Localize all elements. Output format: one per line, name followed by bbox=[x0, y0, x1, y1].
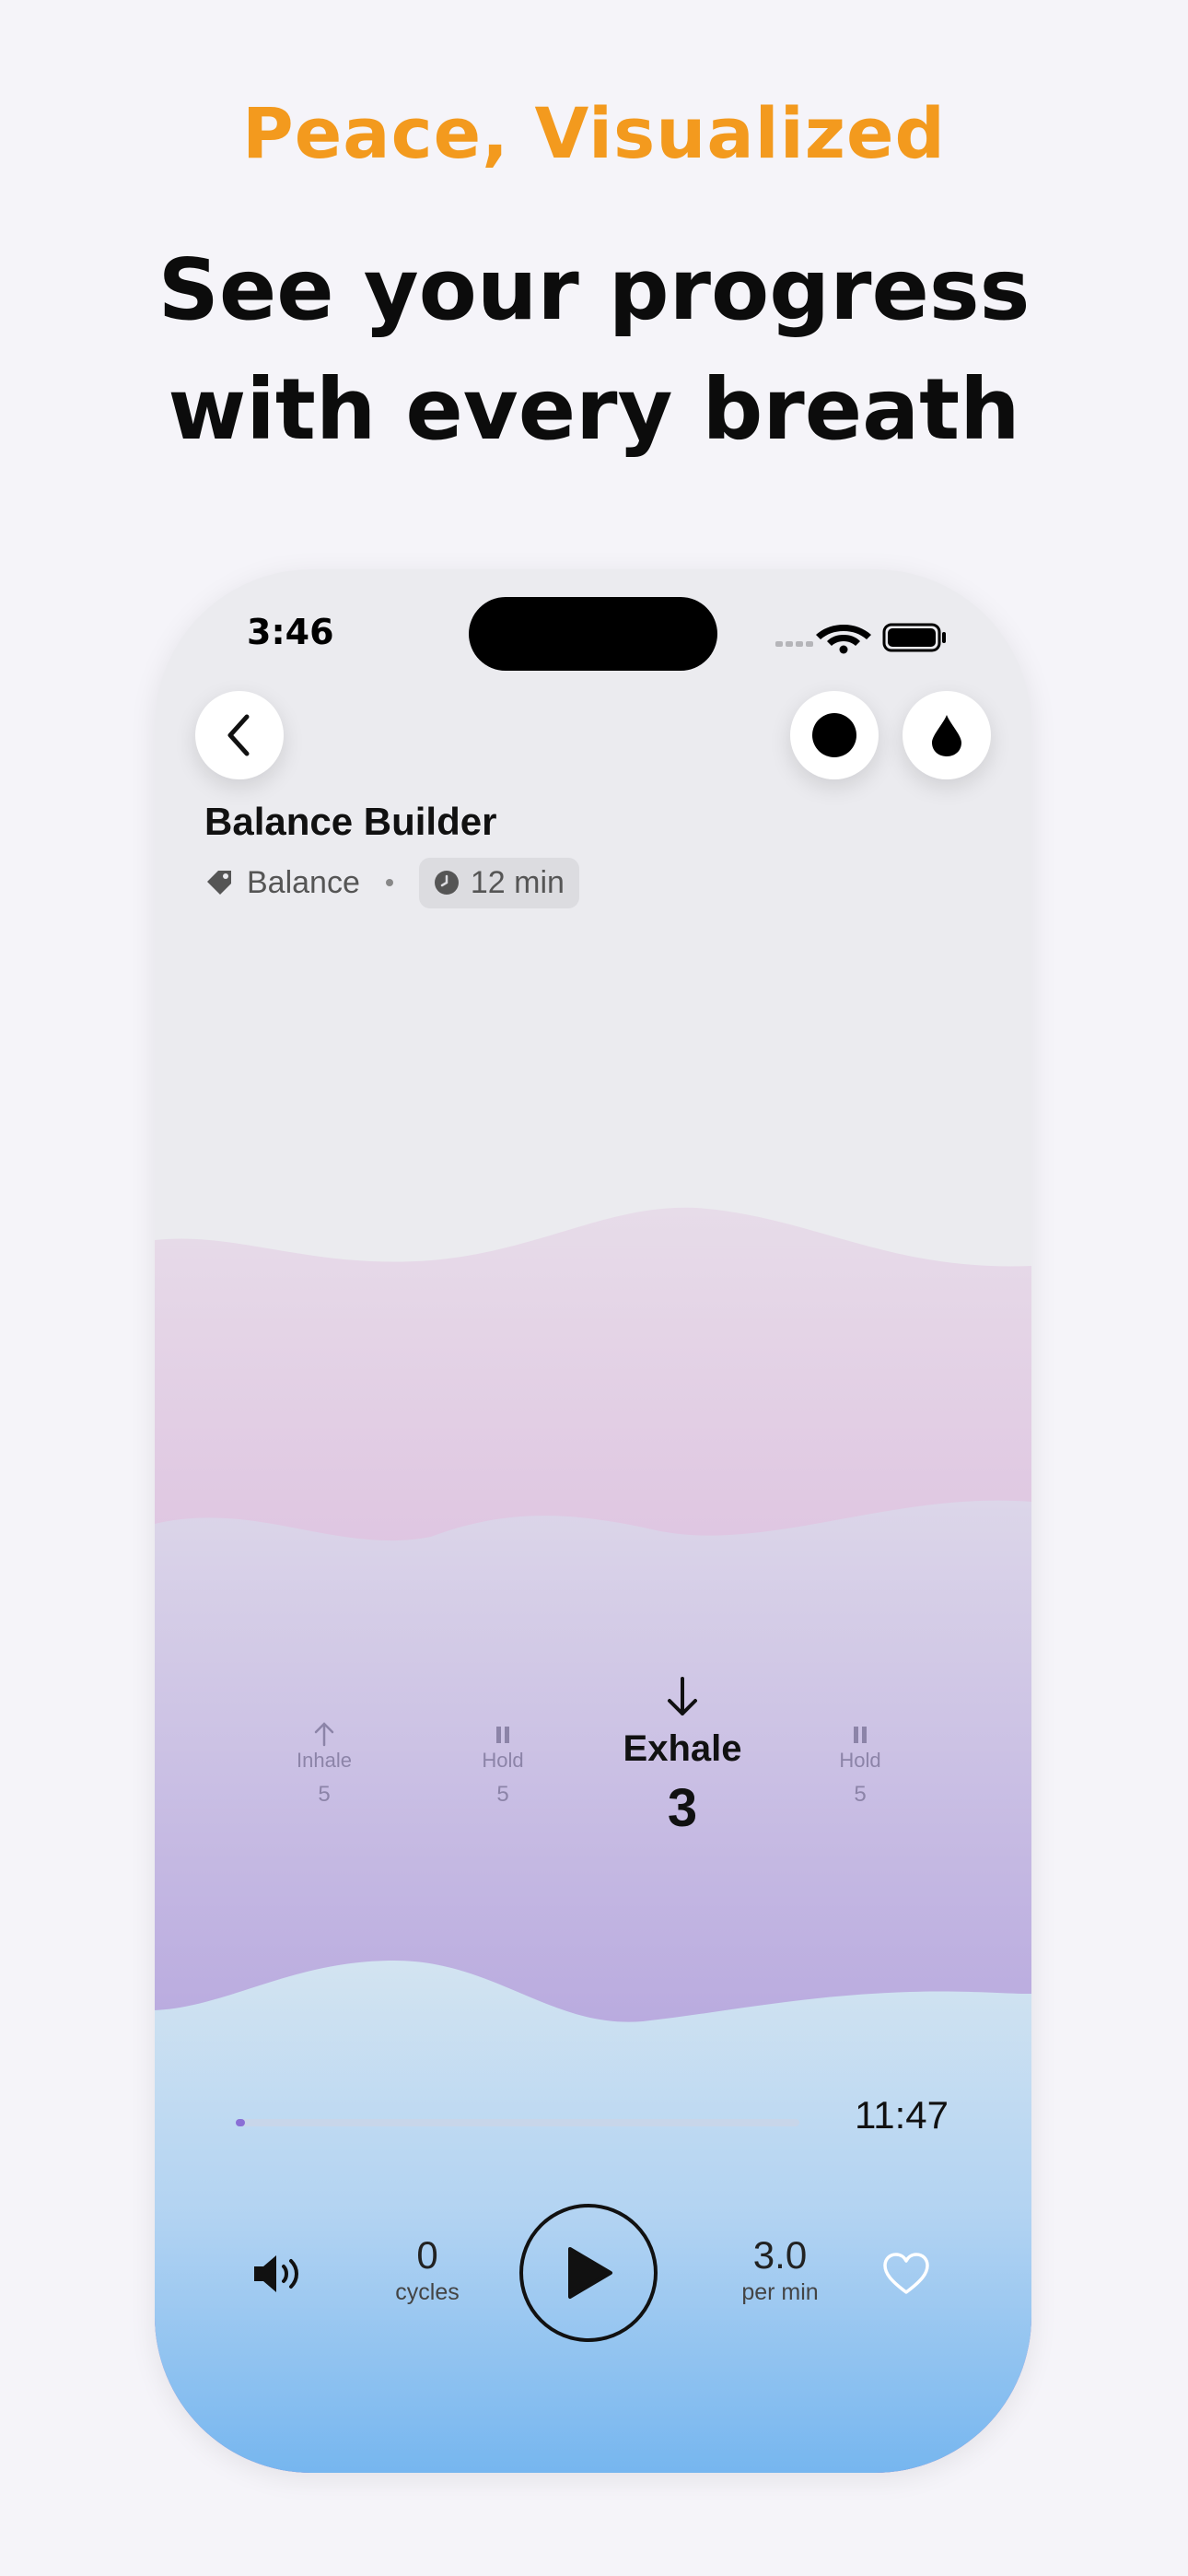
cellular-signal-icon bbox=[775, 641, 813, 647]
phase-inhale: Inhale 5 bbox=[260, 1719, 389, 1808]
phone-frame: 3:46 Balance Builder Balance 12 min Inha… bbox=[155, 569, 1031, 2473]
status-icons bbox=[775, 623, 946, 654]
phase-label: Inhale bbox=[297, 1749, 352, 1772]
phase-label: Exhale bbox=[623, 1728, 742, 1769]
arrow-up-icon bbox=[314, 1722, 334, 1747]
cycles-stat: 0 cycles bbox=[372, 2233, 483, 2306]
phase-label: Hold bbox=[839, 1749, 881, 1772]
water-drop-button[interactable] bbox=[903, 691, 991, 779]
session-duration: 12 min bbox=[470, 864, 565, 900]
phase-count: 5 bbox=[496, 1782, 509, 1807]
duration-pill: 12 min bbox=[418, 857, 579, 908]
rate-stat: 3.0 per min bbox=[713, 2233, 847, 2306]
water-drop-icon bbox=[932, 715, 961, 756]
phase-count: 5 bbox=[854, 1782, 867, 1807]
session-progress-bar[interactable] bbox=[236, 2119, 799, 2126]
breathing-waves bbox=[155, 1207, 1031, 2473]
pause-icon bbox=[496, 1727, 509, 1743]
arrow-down-icon bbox=[668, 1677, 697, 1715]
battery-icon bbox=[882, 623, 946, 652]
promo-headline-line-2: with every breath bbox=[168, 360, 1020, 459]
chevron-left-icon bbox=[227, 714, 250, 756]
phase-exhale-active: Exhale 3 bbox=[581, 1675, 784, 1839]
promo-headline-line-1: See your progress bbox=[157, 240, 1031, 339]
tag-icon bbox=[207, 871, 231, 895]
heart-icon[interactable] bbox=[882, 2252, 930, 2296]
session-category: Balance bbox=[247, 864, 360, 900]
back-button[interactable] bbox=[195, 691, 284, 779]
phase-hold-2: Hold 5 bbox=[796, 1719, 925, 1808]
clock-icon bbox=[434, 871, 459, 895]
time-remaining: 11:47 bbox=[855, 2093, 949, 2137]
phase-count: 3 bbox=[667, 1778, 698, 1838]
phase-count: 5 bbox=[318, 1782, 331, 1807]
status-time: 3:46 bbox=[247, 612, 334, 652]
dynamic-island bbox=[469, 597, 717, 671]
promo-headline: See your progress with every breath bbox=[0, 230, 1188, 470]
cycles-label: cycles bbox=[395, 2279, 460, 2305]
rate-label: per min bbox=[741, 2279, 819, 2305]
pause-icon bbox=[854, 1727, 867, 1743]
promo-eyebrow: Peace, Visualized bbox=[242, 92, 946, 174]
cycles-value: 0 bbox=[416, 2233, 438, 2277]
wifi-icon bbox=[816, 625, 871, 654]
separator-dot bbox=[385, 879, 393, 886]
rate-value: 3.0 bbox=[752, 2233, 808, 2277]
session-meta: Balance 12 min bbox=[204, 857, 579, 908]
session-title: Balance Builder bbox=[204, 800, 497, 843]
volume-icon[interactable] bbox=[250, 2248, 306, 2300]
play-icon bbox=[568, 2247, 612, 2299]
progress-fill bbox=[236, 2119, 245, 2126]
play-button[interactable] bbox=[519, 2204, 658, 2342]
record-button[interactable] bbox=[790, 691, 879, 779]
filled-circle-icon bbox=[812, 713, 856, 757]
phase-label: Hold bbox=[482, 1749, 524, 1772]
phase-hold-1: Hold 5 bbox=[438, 1719, 567, 1808]
